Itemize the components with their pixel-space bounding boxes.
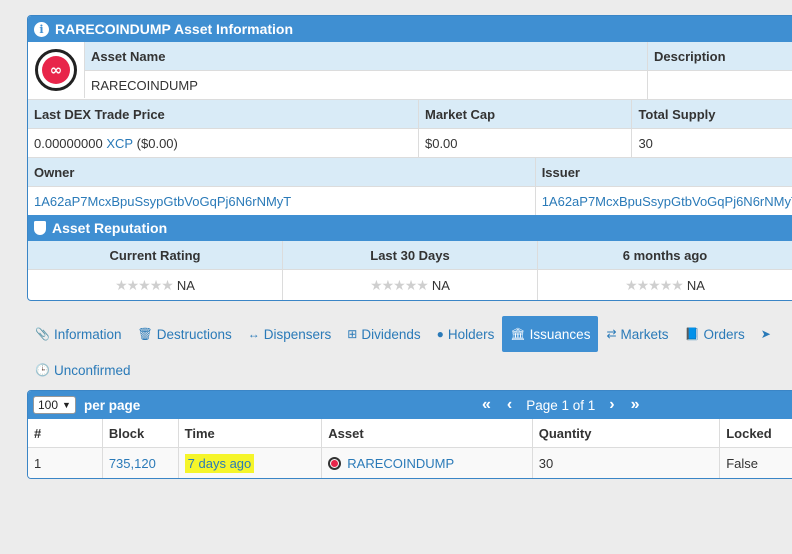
page-indicator: Page 1 of 1: [526, 397, 596, 413]
row-locked: False: [720, 448, 792, 478]
rep-col-6months: 6 months ago: [538, 241, 792, 269]
shield-icon: [34, 221, 46, 235]
book-icon: 📘: [684, 327, 700, 341]
issuer-address-link[interactable]: 1A62aP7McxBpuSsypGtbVoGqPj6N6rNMyT: [542, 194, 792, 209]
pagination: « ‹ Page 1 of 1 › »: [474, 396, 648, 414]
next-page-icon[interactable]: ›: [609, 396, 614, 414]
rep-30days: ★★★★★ NA: [283, 270, 538, 300]
last-dex-amount: 0.00000000: [34, 135, 103, 151]
asset-tabs: 📎 Information 🗑 Destructions ↔ Dispensers ⊞…: [27, 315, 792, 387]
asset-info-header: i RARECOINDUMP Asset Information: [28, 16, 792, 42]
total-supply-label: Total Supply: [632, 100, 792, 128]
last-dex-label: Last DEX Trade Price: [28, 100, 419, 128]
paperclip-icon: 📎: [35, 327, 50, 341]
tab-unconfirmed[interactable]: 🕒 Unconfirmed: [27, 352, 138, 388]
issuances-panel: 100 ▼ per page « ‹ Page 1 of 1 › » # Bloc…: [27, 390, 792, 479]
description-value: [648, 71, 792, 99]
market-cap-label: Market Cap: [418, 100, 633, 128]
first-page-icon[interactable]: «: [482, 396, 491, 414]
user-icon: ●: [436, 327, 444, 341]
per-page-label: per page: [83, 397, 141, 413]
description-label: Description: [648, 42, 792, 70]
asset-logo-cell: ∞: [28, 42, 85, 98]
col-time: Time: [179, 419, 323, 447]
rep-col-30days: Last 30 Days: [283, 241, 538, 269]
tab-issuances[interactable]: 🏛 Issuances: [502, 316, 599, 352]
asset-logo-icon: ∞: [35, 49, 77, 91]
arrows-h-icon: ↔: [247, 327, 260, 341]
col-quantity: Quantity: [533, 419, 721, 447]
time-link[interactable]: 7 days ago: [184, 453, 255, 473]
tab-holders[interactable]: ● Holders: [429, 316, 503, 352]
table-row: 1 735,120 7 days ago RARECOINDUMP 30 Fal…: [28, 447, 792, 478]
tab-dispensers[interactable]: ↔ Dispensers: [240, 316, 340, 352]
clock-icon: 🕒: [35, 363, 50, 377]
prev-page-icon[interactable]: ‹: [507, 396, 512, 414]
col-num: #: [28, 419, 103, 447]
chevron-down-icon: ▼: [62, 400, 71, 410]
rating-stars-icon: ★★★★★: [625, 276, 684, 293]
asset-link[interactable]: RARECOINDUMP: [347, 456, 454, 471]
last-page-icon[interactable]: »: [631, 396, 640, 414]
rep-col-current: Current Rating: [28, 241, 283, 269]
rating-stars-icon: ★★★★★: [115, 276, 174, 293]
row-quantity: 30: [533, 448, 721, 478]
sitemap-icon: ⊞: [347, 327, 358, 341]
reputation-title: Asset Reputation: [52, 220, 168, 236]
tab-information[interactable]: 📎 Information: [27, 316, 130, 352]
asset-info-panel: i RARECOINDUMP Asset Information ∞ Asset…: [27, 15, 792, 301]
last-dex-value: 0.00000000 XCP ($0.00): [28, 129, 419, 157]
issuer-label: Issuer: [535, 158, 792, 186]
market-cap-value: $0.00: [419, 129, 633, 157]
per-page-select[interactable]: 100 ▼: [33, 396, 76, 414]
tab-dividends[interactable]: ⊞ Dividends: [339, 316, 428, 352]
col-locked: Locked: [720, 419, 792, 447]
xcp-link[interactable]: XCP: [106, 136, 133, 151]
paper-plane-icon: ➤: [760, 327, 771, 341]
row-num: 1: [28, 448, 103, 478]
tab-destructions[interactable]: 🗑 Destructions: [130, 316, 240, 352]
owner-address-link[interactable]: 1A62aP7McxBpuSsypGtbVoGqPj6N6rNMyT: [34, 194, 291, 209]
col-asset: Asset: [322, 419, 533, 447]
trash-icon: 🗑: [137, 327, 153, 341]
rep-6months-value: NA: [686, 277, 705, 293]
exchange-icon: ⇄: [606, 327, 617, 341]
rep-6months: ★★★★★ NA: [538, 270, 792, 300]
tab-orders[interactable]: 📘 Orders: [677, 316, 753, 352]
col-block: Block: [103, 419, 179, 447]
asset-info-title: RARECOINDUMP Asset Information: [55, 21, 294, 37]
info-icon: i: [34, 21, 49, 37]
reputation-header: Asset Reputation: [28, 215, 792, 241]
owner-label: Owner: [28, 158, 536, 186]
total-supply-value: 30: [632, 129, 792, 157]
rep-current: ★★★★★ NA: [28, 270, 283, 300]
block-link[interactable]: 735,120: [109, 456, 156, 471]
rating-stars-icon: ★★★★★: [370, 276, 429, 293]
issuances-toolbar: 100 ▼ per page « ‹ Page 1 of 1 › »: [28, 391, 792, 419]
rep-30days-value: NA: [431, 277, 450, 293]
asset-name-value: RARECOINDUMP: [85, 71, 648, 99]
rep-current-value: NA: [176, 277, 195, 293]
tab-markets[interactable]: ⇄ Markets: [598, 316, 676, 352]
asset-mini-icon: [328, 456, 342, 470]
bank-icon: 🏛: [510, 327, 526, 341]
last-dex-usd: ($0.00): [136, 135, 178, 151]
tab-more[interactable]: ➤: [753, 316, 783, 352]
asset-name-label: Asset Name: [85, 42, 648, 70]
table-header: # Block Time Asset Quantity Locked: [28, 419, 792, 447]
